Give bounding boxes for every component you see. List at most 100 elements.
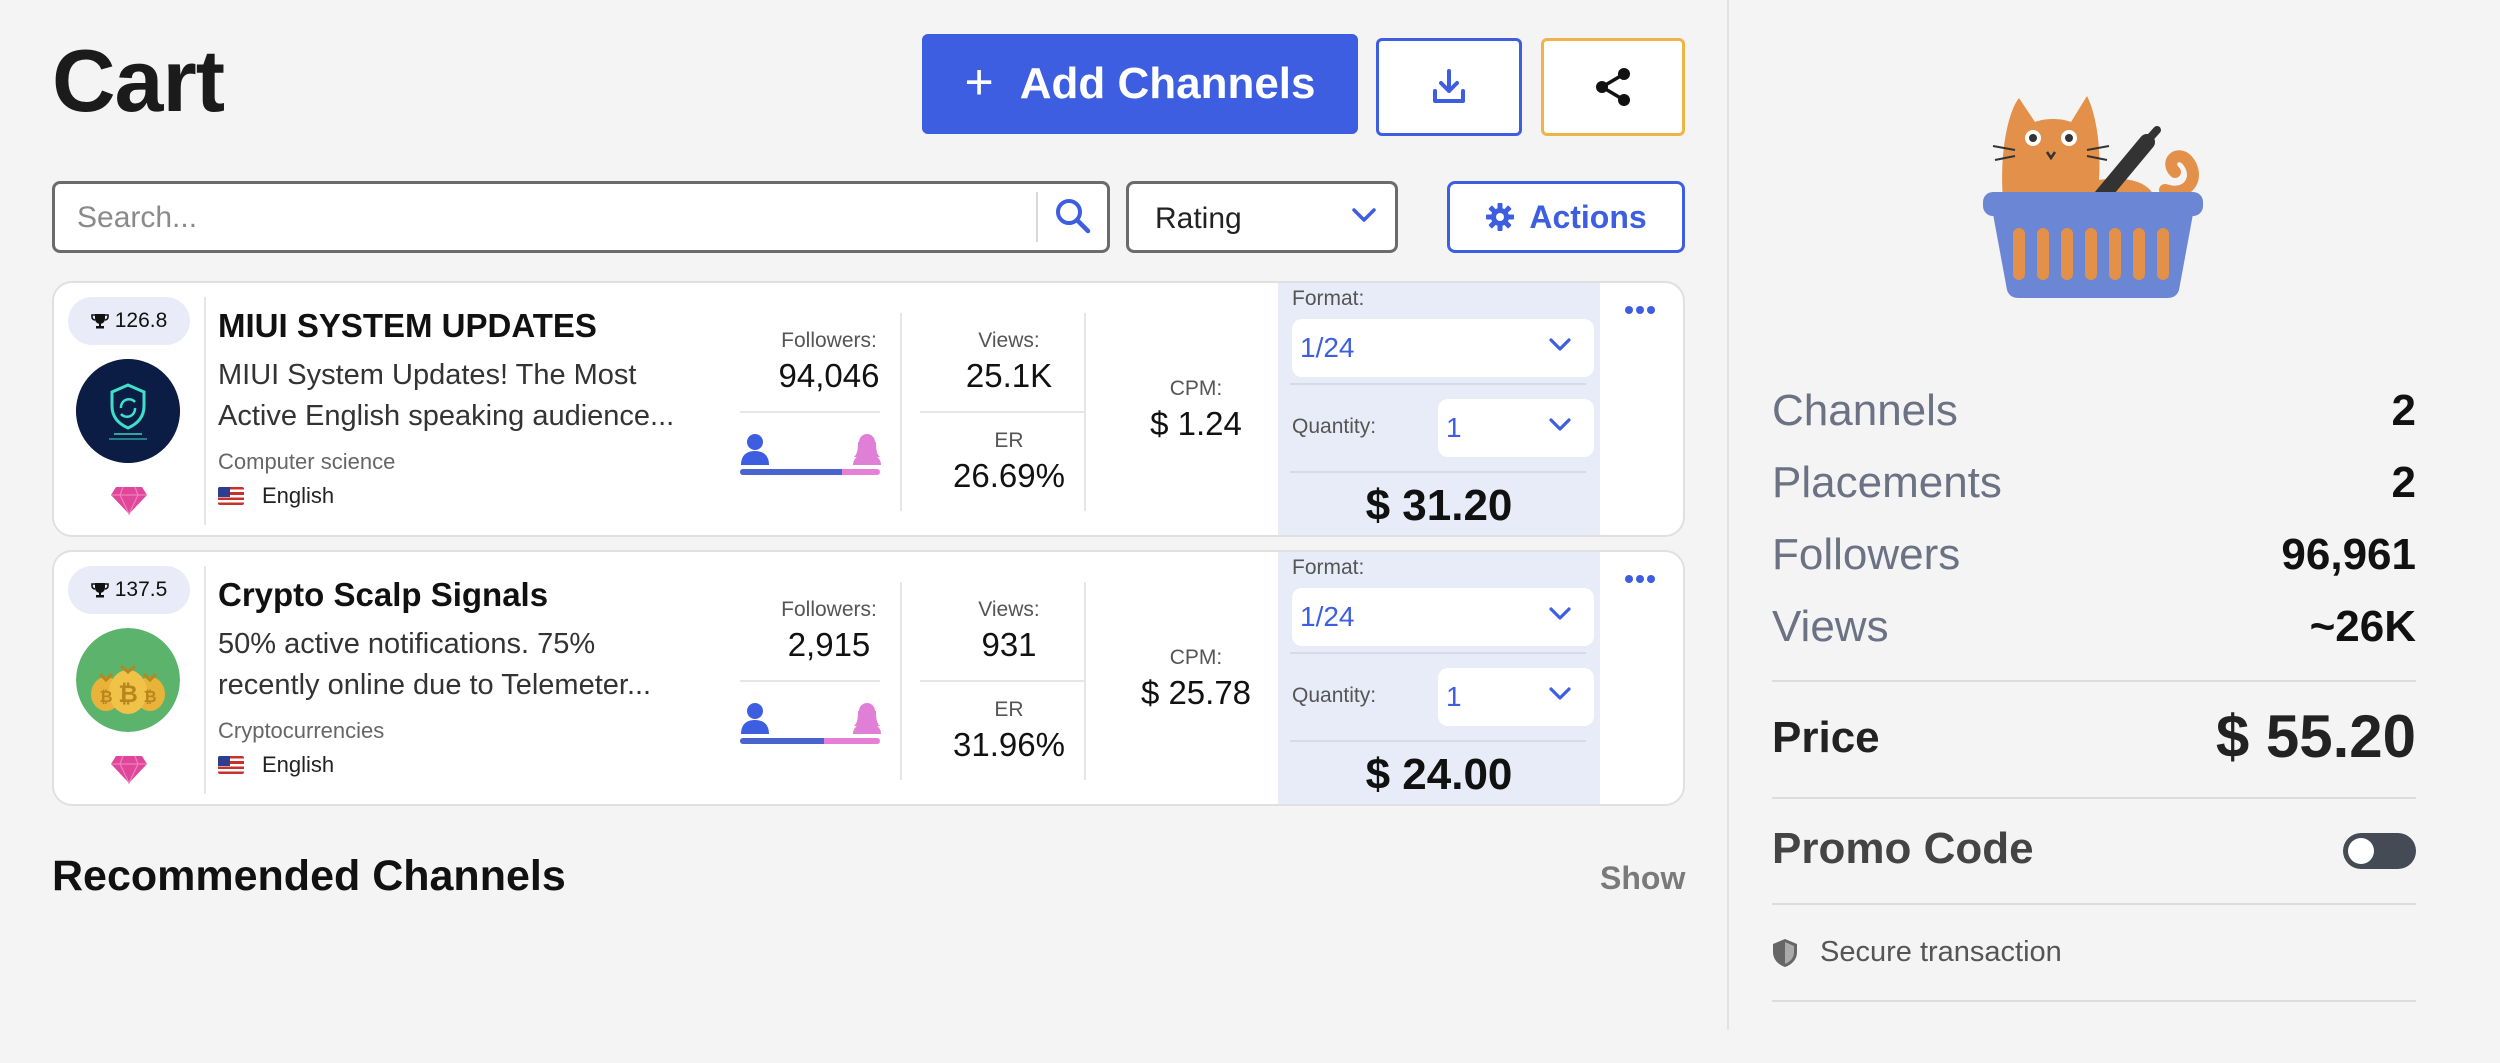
toggle-knob [2348, 838, 2374, 864]
chevron-down-icon [1549, 687, 1571, 700]
summary-label: Followers [1772, 530, 1961, 579]
views-label: Views: [978, 598, 1040, 621]
more-options-icon[interactable] [1624, 305, 1656, 315]
share-button[interactable] [1541, 38, 1685, 136]
search-box [52, 181, 1110, 253]
divider [1084, 582, 1086, 780]
rating-value: 137.5 [114, 578, 168, 601]
divider [740, 411, 880, 413]
add-channels-button[interactable]: + Add Channels [922, 34, 1358, 134]
summary-placements: Placements 2 [1772, 458, 2416, 518]
secure-transaction-note: Secure transaction [1772, 936, 2062, 969]
divider [1290, 652, 1586, 654]
quantity-label: Quantity: [1292, 684, 1377, 707]
quantity-select[interactable]: 1 [1438, 399, 1594, 457]
us-flag-icon [218, 756, 244, 774]
price-value: $ 55.20 [2215, 703, 2416, 770]
svg-text:₿: ₿ [99, 687, 112, 706]
quantity-select[interactable]: 1 [1438, 668, 1594, 726]
female-audience-icon [853, 703, 881, 734]
channel-description: 50% active notifications. 75% recently o… [218, 624, 678, 706]
male-audience-icon [741, 434, 769, 465]
search-separator [1036, 192, 1038, 242]
channel-language: English [218, 752, 334, 778]
language-label: English [262, 752, 335, 777]
cart-item-card: 126.8 MIUI SYSTEM UPDATES MIUI System Up… [52, 281, 1685, 537]
gem-icon [111, 755, 147, 784]
gear-icon [1486, 203, 1515, 231]
divider [1772, 680, 2416, 682]
divider [1772, 797, 2416, 799]
sort-select[interactable]: Rating [1126, 181, 1398, 253]
divider [204, 566, 206, 794]
summary-label: Views [1772, 602, 1889, 651]
chevron-down-icon [1549, 338, 1571, 351]
divider [900, 582, 902, 780]
trophy-icon [90, 314, 109, 329]
download-button[interactable] [1376, 38, 1522, 136]
channel-language: English [218, 483, 334, 509]
description-line: recently online due to Telemeter... [218, 669, 652, 701]
description-line: Active English speaking audience... [218, 400, 675, 432]
show-recommended-link[interactable]: Show [1600, 860, 1685, 897]
divider [920, 680, 1084, 682]
promo-code-toggle[interactable] [2343, 833, 2416, 869]
us-flag-icon [218, 487, 244, 505]
summary-value: 2 [2391, 458, 2416, 507]
quantity-value: 1 [1446, 681, 1462, 712]
search-icon[interactable] [1053, 196, 1093, 236]
channel-avatar[interactable]: ₿ ₿ ₿ [76, 628, 180, 732]
gem-icon [111, 486, 147, 515]
svg-text:₿: ₿ [143, 687, 156, 706]
quantity-label: Quantity: [1292, 415, 1377, 438]
channel-avatar[interactable] [76, 359, 180, 463]
order-summary-sidebar: Channels 2 Placements 2 Followers 96,961… [1729, 0, 2500, 1063]
followers-value: 2,915 [787, 626, 871, 663]
actions-label: Actions [1529, 198, 1647, 235]
cart-main: Cart + Add Channels Rating [0, 0, 1726, 1063]
divider [1084, 313, 1086, 511]
divider [204, 297, 206, 525]
summary-value: 96,961 [2281, 530, 2416, 579]
er-value: 26.69% [953, 457, 1065, 494]
followers-value: 94,046 [778, 357, 880, 394]
male-share-fill [740, 738, 824, 744]
divider [1772, 1000, 2416, 1002]
bitcoin-bags-icon: ₿ ₿ ₿ [76, 628, 180, 732]
rating-value: 126.8 [114, 309, 168, 332]
summary-value: ~26K [2309, 602, 2416, 651]
cpm-value: $ 25.78 [1140, 674, 1252, 711]
download-icon [1433, 69, 1465, 103]
views-value: 931 [981, 626, 1037, 663]
divider [920, 411, 1084, 413]
more-options-icon[interactable] [1624, 574, 1656, 584]
cpm-value: $ 1.24 [1150, 405, 1242, 442]
followers-label: Followers: [781, 598, 877, 621]
format-select[interactable]: 1/24 [1292, 319, 1594, 377]
summary-followers: Followers 96,961 [1772, 530, 2416, 590]
summary-channels: Channels 2 [1772, 386, 2416, 446]
price-label: Price [1772, 713, 1880, 762]
plus-icon: + [964, 54, 994, 110]
followers-label: Followers: [781, 329, 877, 352]
channel-name[interactable]: Crypto Scalp Signals [218, 576, 548, 614]
trophy-icon [90, 583, 109, 598]
format-value: 1/24 [1300, 332, 1355, 363]
gender-ratio-bar [740, 738, 880, 744]
divider [900, 313, 902, 511]
description-line: 50% active notifications. 75% [218, 628, 596, 660]
cat-in-basket-illustration [1983, 96, 2203, 298]
divider [740, 680, 880, 682]
channel-name[interactable]: MIUI SYSTEM UPDATES [218, 307, 597, 345]
search-input[interactable] [75, 192, 1069, 244]
divider [1290, 383, 1586, 385]
actions-button[interactable]: Actions [1447, 181, 1685, 253]
format-label: Format: [1292, 287, 1365, 310]
divider [1290, 471, 1586, 473]
item-total: $ 31.20 [1365, 481, 1513, 530]
page-title: Cart [52, 31, 225, 130]
er-label: ER [994, 429, 1024, 452]
male-share-fill [740, 469, 843, 475]
shield-logo-icon [76, 359, 180, 463]
format-select[interactable]: 1/24 [1292, 588, 1594, 646]
